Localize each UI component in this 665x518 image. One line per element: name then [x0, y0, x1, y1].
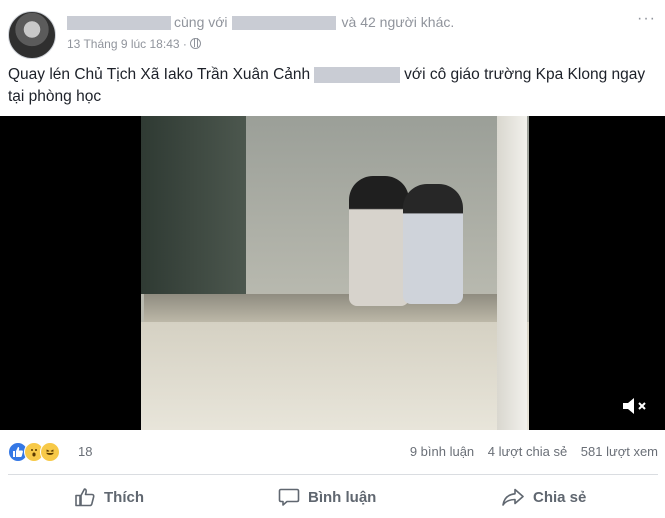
post-actions: Thích Bình luận Chia sẻ — [8, 482, 658, 512]
speaker-muted-icon[interactable] — [620, 394, 650, 418]
share-arrow-icon — [502, 488, 524, 506]
share-label: Chia sẻ — [533, 488, 587, 506]
post-stats: 18 9 bình luận 4 lượt chia sẻ 581 lượt x… — [8, 441, 658, 463]
redacted-caption-text — [314, 66, 401, 83]
share-button[interactable]: Chia sẻ — [501, 482, 586, 512]
others-link[interactable]: và 42 người khác. — [342, 14, 455, 30]
comment-count[interactable]: 9 bình luận — [410, 444, 474, 459]
redacted-author-name — [67, 16, 171, 31]
divider — [8, 474, 658, 475]
video-frame — [141, 116, 529, 430]
reaction-count[interactable]: 18 — [78, 444, 92, 459]
comment-label: Bình luận — [308, 488, 377, 506]
meta-separator: · — [182, 37, 187, 51]
facebook-post: cùng với và 42 người khác. 13 Tháng 9 lúc… — [0, 0, 665, 518]
video-player[interactable] — [0, 116, 665, 430]
public-globe-icon — [189, 38, 201, 49]
thumbs-up-icon — [75, 488, 95, 507]
comment-button[interactable]: Bình luận — [278, 482, 376, 512]
view-count: 581 lượt xem — [580, 444, 658, 459]
engagement-counts: 9 bình luận 4 lượt chia sẻ 581 lượt xem — [400, 444, 658, 459]
caption-text-start: Quay lén Chủ Tịch Xã Iako Trần Xuân Cảnh — [8, 66, 311, 83]
avatar[interactable] — [8, 11, 56, 59]
haha-icon — [40, 442, 60, 462]
more-options-icon[interactable]: ··· — [637, 10, 656, 28]
like-button[interactable]: Thích — [74, 482, 144, 512]
with-text: cùng với — [174, 14, 228, 30]
share-count[interactable]: 4 lượt chia sẻ — [488, 444, 567, 459]
like-label: Thích — [104, 488, 144, 506]
post-author-line: cùng với và 42 người khác. — [67, 14, 455, 31]
comment-bubble-icon — [278, 488, 300, 506]
post-meta: 13 Tháng 9 lúc 18:43 · — [67, 37, 201, 51]
post-timestamp[interactable]: 13 Tháng 9 lúc 18:43 — [67, 37, 180, 51]
redacted-tagged-name — [231, 16, 336, 31]
post-caption: Quay lén Chủ Tịch Xã Iako Trần Xuân Cảnh… — [8, 64, 648, 108]
